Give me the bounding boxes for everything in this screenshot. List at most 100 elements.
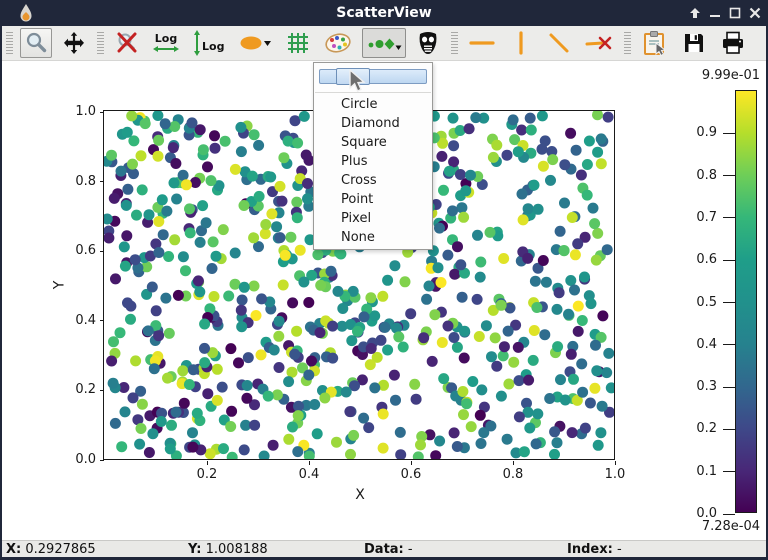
colorbar-min-label: 7.28e-04 [668, 519, 760, 534]
menu-item-cross[interactable]: Cross [314, 171, 432, 190]
status-y: Y: 1.008188 [188, 542, 268, 557]
remove-line-button[interactable] [581, 28, 617, 58]
menu-item-none[interactable]: None [314, 228, 432, 247]
pan-button[interactable] [58, 28, 90, 58]
colorbar-tick-label: 0.5 [679, 295, 717, 310]
colorbar-tick [723, 429, 735, 430]
colorbar-tick [723, 471, 735, 472]
plot-canvas[interactable]: 0.20.40.60.81.0 0.00.20.40.60.81.0 X Y 0… [2, 61, 766, 540]
mask-icon [416, 30, 440, 56]
grid-button[interactable] [282, 28, 314, 58]
print-icon [720, 31, 746, 55]
colorbar-tick-label: 0.8 [679, 168, 717, 183]
y-tick-label: 0.4 [62, 313, 96, 328]
colorbar-tick [723, 217, 735, 218]
x-tick-label: 0.8 [497, 467, 529, 482]
rollup-button[interactable] [686, 3, 704, 23]
toolbar-grip[interactable] [624, 32, 631, 54]
colorbar-tick [723, 344, 735, 345]
y-tick [100, 112, 104, 113]
colorbar-tick-label: 0.1 [679, 464, 717, 479]
menu-item-plus[interactable]: Plus [314, 152, 432, 171]
zoom-button[interactable] [20, 28, 52, 58]
diagonal-line-icon [547, 31, 571, 55]
maximize-icon [729, 7, 741, 19]
log-x-button[interactable]: Log [149, 28, 183, 58]
menu-separator [315, 92, 431, 93]
clipboard-icon [642, 30, 668, 56]
y-tick-label: 0.0 [62, 452, 96, 467]
toolbar: Log Log [2, 26, 766, 61]
h-line-icon [469, 31, 495, 55]
v-line-button[interactable] [505, 28, 537, 58]
y-tick [100, 390, 104, 391]
clipboard-button[interactable] [638, 28, 672, 58]
menu-items: CircleDiamondSquarePlusCrossPointPixelNo… [314, 95, 432, 247]
colorbar-tick-label: 0.7 [679, 210, 717, 225]
clear-zoom-icon [115, 31, 139, 55]
colorbar-tick-label: 0.2 [679, 421, 717, 436]
status-x-value: 0.2927865 [25, 542, 95, 557]
toolbar-grip[interactable] [6, 32, 13, 54]
menu-item-diamond[interactable]: Diamond [314, 114, 432, 133]
menu-item-pixel[interactable]: Pixel [314, 209, 432, 228]
log-y-button[interactable]: Log [189, 28, 228, 58]
colorbar-max-label: 9.99e-01 [668, 68, 760, 83]
close-icon [749, 7, 761, 19]
marker-style-button[interactable] [362, 28, 406, 58]
status-x: X: 0.2927865 [6, 542, 96, 557]
y-tick [100, 460, 104, 461]
x-axis-label: X [330, 487, 390, 503]
palette-button[interactable] [320, 28, 356, 58]
colorbar-tick-label: 0.4 [679, 337, 717, 352]
colorbar-tick-label: 0.3 [679, 379, 717, 394]
toolbar-grip[interactable] [97, 32, 104, 54]
menu-item-circle[interactable]: Circle [314, 95, 432, 114]
h-line-button[interactable] [465, 28, 499, 58]
save-button[interactable] [678, 28, 710, 58]
y-tick-label: 0.2 [62, 382, 96, 397]
colorbar [735, 90, 757, 513]
toolbar-grip[interactable] [451, 32, 458, 54]
marker-size-slider[interactable] [319, 67, 427, 89]
colorbar-tick-label: 0.6 [679, 252, 717, 267]
print-button[interactable] [716, 28, 750, 58]
x-tick [309, 461, 310, 465]
window-controls [686, 0, 764, 26]
status-y-value: 1.008188 [206, 542, 268, 557]
y-tick-label: 0.8 [62, 174, 96, 189]
log-y-label: Log [202, 42, 224, 52]
status-data: Data: - [364, 542, 413, 557]
v-line-icon [509, 31, 533, 55]
x-tick-label: 1.0 [599, 467, 631, 482]
maximize-button[interactable] [726, 3, 744, 23]
clear-zoom-button[interactable] [111, 28, 143, 58]
ellipse-style-button[interactable] [234, 28, 276, 58]
status-index-value: - [617, 542, 622, 557]
minimize-button[interactable] [706, 3, 724, 23]
magnifier-icon [24, 31, 48, 55]
h-arrow-icon [153, 45, 179, 53]
palette-icon [324, 31, 352, 55]
rollup-icon [689, 7, 701, 19]
menu-item-square[interactable]: Square [314, 133, 432, 152]
close-button[interactable] [746, 3, 764, 23]
save-icon [682, 31, 706, 55]
status-bar: X: 0.2927865 Y: 1.008188 Data: - Index: … [2, 540, 766, 557]
mouse-cursor [346, 69, 366, 95]
y-tick-label: 0.6 [62, 243, 96, 258]
marker-dropdown-menu: CircleDiamondSquarePlusCrossPointPixelNo… [313, 62, 433, 250]
window-title: ScatterView [0, 0, 768, 26]
menu-item-point[interactable]: Point [314, 190, 432, 209]
remove-line-icon [585, 31, 613, 55]
x-tick-label: 0.4 [293, 467, 325, 482]
colorbar-tick [723, 260, 735, 261]
x-tick [411, 461, 412, 465]
colorbar-tick [723, 175, 735, 176]
mask-button[interactable] [412, 28, 444, 58]
colorbar-tick-label: 0.9 [679, 125, 717, 140]
app-window: ScatterView [0, 0, 768, 560]
y-tick [100, 181, 104, 182]
diagonal-line-button[interactable] [543, 28, 575, 58]
pan-icon [62, 31, 86, 55]
